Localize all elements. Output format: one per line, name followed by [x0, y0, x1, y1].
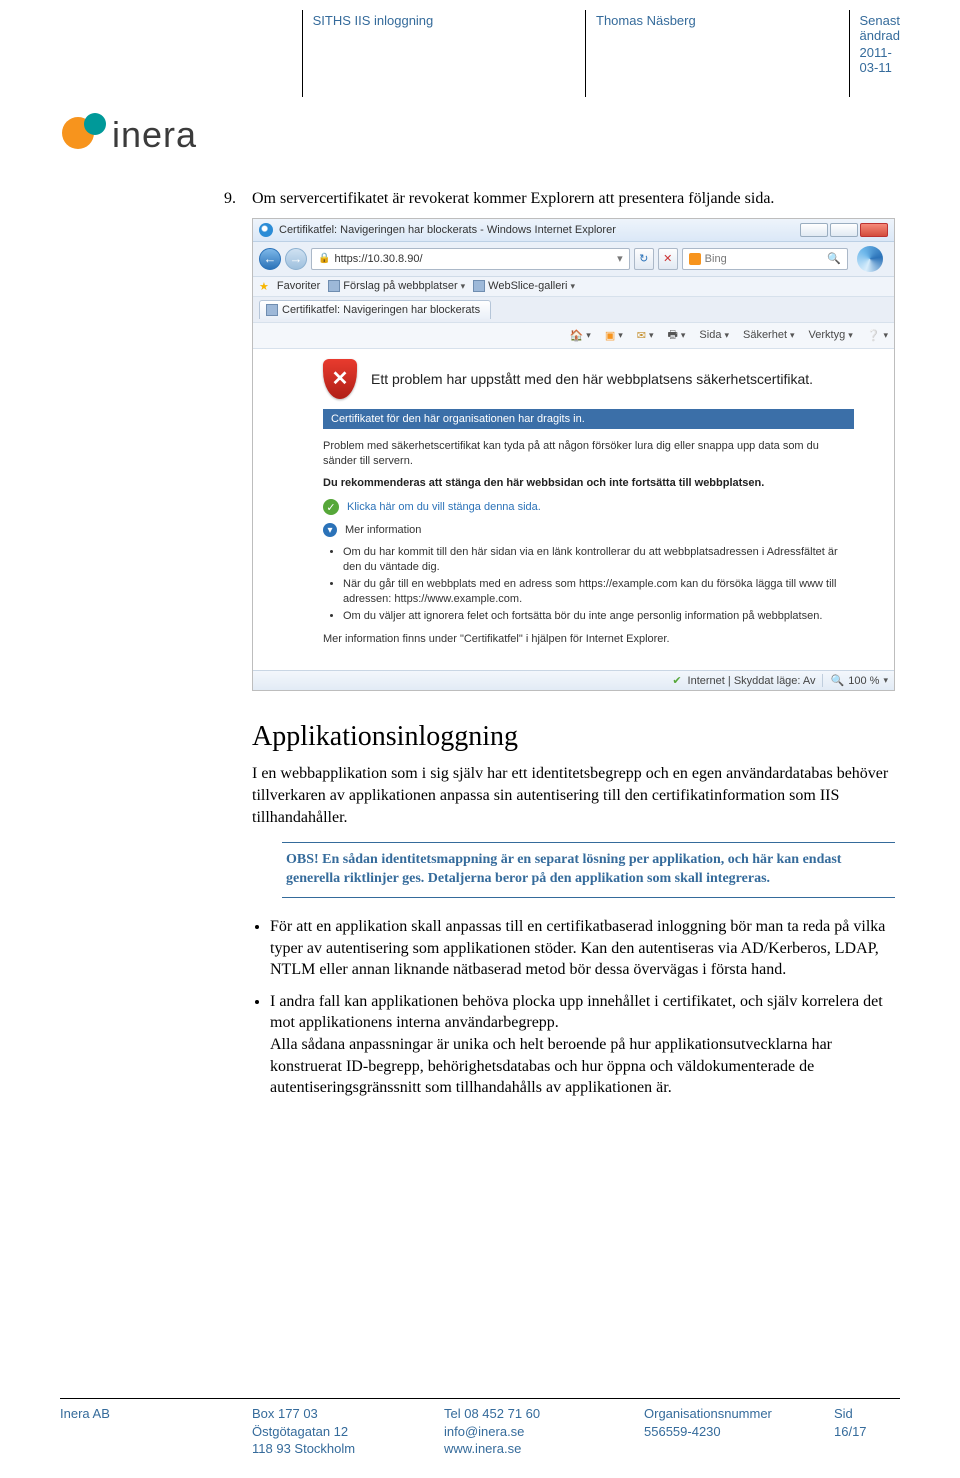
feed-icon: ▣: [605, 329, 615, 342]
more-info-list: Om du har kommit till den här sidan via …: [343, 545, 854, 623]
tab-certificate-error[interactable]: Certifikatfel: Navigeringen har blockera…: [259, 300, 491, 319]
logo-mark-icon: [60, 111, 108, 159]
search-input[interactable]: Bing 🔍: [682, 248, 848, 270]
error-title: Ett problem har uppstått med den här web…: [371, 371, 813, 387]
error-page-body: ✕ Ett problem har uppstått med den här w…: [253, 349, 894, 671]
search-icon[interactable]: 🔍: [827, 252, 841, 265]
security-menu[interactable]: Säkerhet▾: [743, 329, 795, 341]
maximize-button[interactable]: [830, 223, 858, 237]
numbered-step-9: 9. Om servercertifikatet är revokerat ko…: [224, 189, 895, 210]
info-bullet-2: När du går till en webbplats med en adre…: [343, 577, 854, 607]
print-button[interactable]: 🖶▾: [668, 326, 686, 345]
error-paragraph-1: Problem med säkerhetscertifikat kan tyda…: [323, 439, 854, 469]
window-titlebar: Certifikatfel: Navigeringen har blockera…: [253, 219, 894, 242]
help-button[interactable]: ❔▾: [867, 329, 888, 342]
section-intro: I en webbapplikation som i sig själv har…: [252, 763, 895, 828]
favorites-bar: ★ Favoriter Förslag på webbplatser▾ WebS…: [253, 277, 894, 297]
close-link-text: Klicka här om du vill stänga denna sida.: [347, 501, 541, 513]
section-title: Applikationsinloggning: [252, 721, 895, 753]
command-bar: 🏠▾ ▣▾ ✉▾ 🖶▾ Sida▾ Säkerhet▾ Verktyg▾ ❔▾: [253, 323, 894, 349]
ie-screenshot: Certifikatfel: Navigeringen har blockera…: [252, 218, 895, 692]
tab-bar: Certifikatfel: Navigeringen har blockera…: [253, 297, 894, 323]
error-paragraph-2: Du rekommenderas att stänga den här webb…: [323, 476, 854, 491]
zoom-level: 100 %: [848, 675, 879, 687]
addr-dropdown-icon[interactable]: ▾: [617, 252, 623, 265]
mail-icon: ✉: [637, 329, 646, 342]
close-page-link[interactable]: ✓ Klicka här om du vill stänga denna sid…: [323, 499, 854, 515]
footer-org: Organisationsnummer 556559-4230: [644, 1405, 834, 1458]
page-icon: [266, 304, 278, 316]
header-modified-date: 2011-03-11: [860, 45, 900, 75]
help-icon: ❔: [867, 329, 881, 342]
tab-title: Certifikatfel: Navigeringen har blockera…: [282, 304, 480, 316]
home-icon: 🏠: [570, 329, 584, 342]
address-bar-row: ← → 🔒 https://10.30.8.90/ ▾ ↻ ✕ Bing 🔍: [253, 242, 894, 277]
info-bullet-1: Om du har kommit till den här sidan via …: [343, 545, 854, 575]
header-doc-title: SITHS IIS inloggning: [303, 10, 586, 97]
header-col-logo-area: [60, 10, 303, 97]
window-title: Certifikatfel: Navigeringen har blockera…: [279, 224, 616, 236]
page-header: SITHS IIS inloggning Thomas Näsberg Sena…: [60, 10, 900, 97]
error-paragraph-3: Mer information finns under "Certifikatf…: [323, 632, 854, 647]
back-button[interactable]: ←: [259, 248, 281, 270]
bullet-item-1: För att en applikation skall anpassas ti…: [270, 916, 895, 981]
favorites-label: Favoriter: [277, 280, 320, 292]
logo-text: inera: [112, 114, 197, 156]
address-input[interactable]: 🔒 https://10.30.8.90/ ▾: [311, 248, 630, 270]
bullet-item-2: I andra fall kan applikationen behöva pl…: [270, 991, 895, 1099]
minimize-button[interactable]: [800, 223, 828, 237]
close-button[interactable]: [860, 223, 888, 237]
ie-branding-icon: [852, 246, 888, 272]
forward-button[interactable]: →: [285, 248, 307, 270]
feeds-button[interactable]: ▣▾: [605, 329, 623, 342]
logo: inera: [60, 111, 900, 159]
note-block: OBS! En sådan identitetsmappning är en s…: [282, 842, 895, 898]
ie-icon: [259, 223, 273, 237]
stop-button[interactable]: ✕: [658, 248, 678, 270]
footer-page-number: Sid 16/17: [834, 1405, 900, 1458]
refresh-button[interactable]: ↻: [634, 248, 654, 270]
print-icon: 🖶: [668, 326, 678, 345]
page-footer: Inera AB Box 177 03 Östgötagatan 12 118 …: [60, 1398, 900, 1458]
mail-button[interactable]: ✉▾: [637, 329, 654, 342]
search-placeholder: Bing: [705, 253, 727, 265]
status-bar: ✔ Internet | Skyddat läge: Av 🔍 100 % ▾: [253, 670, 894, 690]
page-menu[interactable]: Sida▾: [699, 329, 729, 341]
more-info-text: Mer information: [345, 524, 421, 536]
zoom-icon: 🔍: [831, 674, 845, 687]
shield-error-icon: ✕: [323, 359, 357, 399]
home-button[interactable]: 🏠▾: [570, 329, 591, 342]
status-zone-text: Internet | Skyddat läge: Av: [688, 675, 816, 687]
footer-company: Inera AB: [60, 1405, 252, 1458]
page-icon: [328, 280, 340, 292]
footer-address: Box 177 03 Östgötagatan 12 118 93 Stockh…: [252, 1405, 444, 1458]
step-text: Om servercertifikatet är revokerat komme…: [252, 189, 895, 210]
chevron-down-icon: ▾: [323, 523, 337, 537]
url-text: https://10.30.8.90/: [334, 253, 422, 265]
revoked-notice: Certifikatet för den här organisationen …: [323, 409, 854, 429]
header-modified: Senast ändrad 2011-03-11: [850, 10, 900, 97]
header-modified-label: Senast ändrad: [860, 13, 900, 43]
info-bullet-3: Om du väljer att ignorera felet och fort…: [343, 609, 854, 624]
page-icon: [473, 280, 485, 292]
bullet-list: För att en applikation skall anpassas ti…: [270, 916, 895, 1099]
check-icon: ✓: [323, 499, 339, 515]
header-author: Thomas Näsberg: [586, 10, 850, 97]
zone-icon: ✔: [672, 674, 681, 687]
favorites-star-icon[interactable]: ★: [259, 280, 269, 293]
fav-webslice-gallery[interactable]: WebSlice-galleri▾: [473, 280, 575, 292]
fav-suggested-sites[interactable]: Förslag på webbplatser▾: [328, 280, 465, 292]
bing-icon: [689, 253, 701, 265]
footer-contact: Tel 08 452 71 60 info@inera.se www.inera…: [444, 1405, 644, 1458]
step-number: 9.: [224, 189, 252, 210]
lock-icon: 🔒: [318, 253, 330, 264]
more-info-link[interactable]: ▾ Mer information: [323, 523, 854, 537]
tools-menu[interactable]: Verktyg▾: [809, 329, 853, 341]
